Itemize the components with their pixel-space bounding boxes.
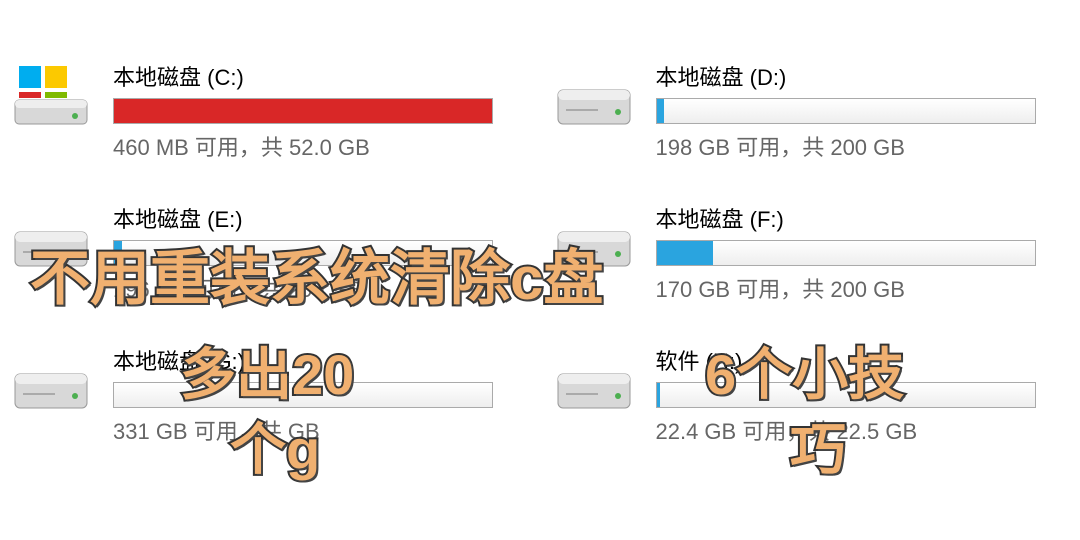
drive-icon bbox=[548, 344, 640, 424]
drive-usage-bar bbox=[656, 382, 1036, 408]
drive-d[interactable]: 本地磁盘 (D:) 198 GB 可用，共 200 GB bbox=[548, 60, 1051, 162]
drive-c[interactable]: 本地磁盘 (C:) 460 MB 可用，共 52.0 GB bbox=[5, 60, 508, 162]
drive-usage: 196 GB 可用，共 200 GB bbox=[113, 272, 508, 304]
drive-icon bbox=[548, 202, 640, 282]
drive-software[interactable]: 软件 (H:) 22.4 GB 可用，共 22.5 GB bbox=[548, 344, 1051, 446]
drive-usage-bar bbox=[113, 98, 493, 124]
drive-icon bbox=[5, 202, 97, 282]
drive-usage: 460 MB 可用，共 52.0 GB bbox=[113, 130, 508, 162]
drive-g[interactable]: 本地磁盘 (G:) 331 GB 可用，共 GB bbox=[5, 344, 508, 446]
drive-name: 本地磁盘 (E:) bbox=[113, 202, 508, 234]
drive-name: 本地磁盘 (D:) bbox=[656, 60, 1051, 92]
drive-usage: 22.4 GB 可用，共 22.5 GB bbox=[656, 414, 1051, 446]
drive-usage-bar bbox=[113, 382, 493, 408]
drive-usage-bar bbox=[656, 98, 1036, 124]
drive-e[interactable]: 本地磁盘 (E:) 196 GB 可用，共 200 GB bbox=[5, 202, 508, 304]
drive-name: 软件 (H:) bbox=[656, 344, 1051, 376]
drive-name: 本地磁盘 (C:) bbox=[113, 60, 508, 92]
drive-usage: 331 GB 可用，共 GB bbox=[113, 414, 508, 446]
drive-name: 本地磁盘 (F:) bbox=[656, 202, 1051, 234]
drive-usage-bar bbox=[113, 240, 493, 266]
drives-grid: 本地磁盘 (C:) 460 MB 可用，共 52.0 GB 本地磁盘 (D:) … bbox=[0, 60, 1080, 446]
drive-icon bbox=[548, 60, 640, 140]
drive-usage: 198 GB 可用，共 200 GB bbox=[656, 130, 1051, 162]
drive-usage-bar bbox=[656, 240, 1036, 266]
drive-icon bbox=[5, 344, 97, 424]
drive-name: 本地磁盘 (G:) bbox=[113, 344, 508, 376]
drive-usage: 170 GB 可用，共 200 GB bbox=[656, 272, 1051, 304]
drive-f[interactable]: 本地磁盘 (F:) 170 GB 可用，共 200 GB bbox=[548, 202, 1051, 304]
drive-icon-system bbox=[5, 60, 97, 140]
